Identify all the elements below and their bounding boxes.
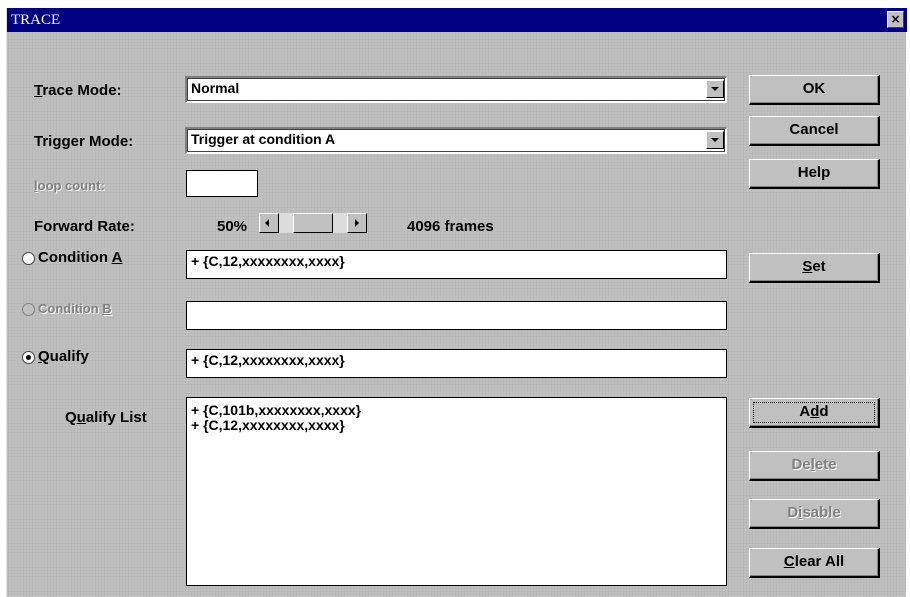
ok-button[interactable]: OK	[749, 75, 880, 105]
button-text: d	[819, 403, 829, 420]
button-accesskey: d	[810, 403, 820, 420]
button-text: ete	[814, 456, 837, 473]
label-accesskey: Q	[38, 348, 50, 365]
forward-rate-thumb[interactable]	[293, 213, 333, 233]
condition-a-label[interactable]: Condition A	[38, 248, 122, 268]
list-item[interactable]: + {C,12,xxxxxxxx,xxxx}	[191, 418, 726, 433]
label-text: ger Mode:	[61, 133, 134, 150]
disable-button[interactable]: Disable	[749, 499, 880, 529]
label-text: oop count:	[37, 178, 105, 193]
arrow-right-icon[interactable]	[347, 213, 367, 233]
label-text: Condition	[38, 301, 103, 316]
button-accesskey: S	[802, 258, 813, 275]
loop-count-label: loop count:	[34, 176, 105, 196]
condition-b-radio[interactable]	[22, 303, 35, 316]
chevron-down-icon[interactable]	[706, 80, 724, 98]
label-text: Tri	[34, 133, 53, 150]
label-text: ualify	[49, 348, 89, 365]
button-text: et	[812, 258, 826, 275]
condition-b-label: Condition B	[38, 299, 112, 319]
trace-dialog: TRACE × Trace Mode: Normal Trigger Mode:…	[6, 8, 907, 597]
trace-mode-label: Trace Mode:	[34, 81, 122, 101]
condition-a-radio[interactable]	[22, 252, 35, 265]
label-accesskey: B	[102, 301, 112, 316]
add-button[interactable]: Add	[749, 398, 880, 428]
condition-b-input[interactable]	[186, 301, 727, 330]
loop-count-input[interactable]	[186, 170, 258, 197]
trigger-mode-value: Trigger at condition A	[191, 131, 336, 147]
delete-button[interactable]: Delete	[749, 451, 880, 481]
trace-mode-select[interactable]: Normal	[185, 76, 727, 103]
button-text: De	[791, 456, 811, 473]
label-accesskey: u	[76, 409, 86, 426]
radio-dot	[26, 355, 31, 360]
qualify-radio[interactable]	[22, 351, 35, 364]
label-text: alify List	[85, 409, 147, 426]
qualify-listbox[interactable]: + {C,101b,xxxxxxxx,xxxx} + {C,12,xxxxxxx…	[186, 397, 727, 586]
forward-rate-percent: 50%	[217, 218, 248, 235]
list-item[interactable]: + {C,101b,xxxxxxxx,xxxx}	[191, 403, 726, 418]
button-text: D	[787, 504, 799, 521]
forward-rate-frames: 4096 frames	[407, 218, 494, 235]
label-accesskey: g	[52, 133, 62, 150]
condition-a-input[interactable]: + {C,12,xxxxxxxx,xxxx}	[186, 250, 727, 279]
forward-rate-scrollbar[interactable]	[279, 213, 347, 233]
button-text: sable	[802, 504, 841, 521]
chevron-down-icon[interactable]	[706, 131, 724, 149]
help-button[interactable]: Help	[749, 159, 880, 189]
set-button[interactable]: Set	[749, 253, 880, 283]
button-text: lear All	[794, 553, 845, 570]
forward-rate-label: Forward Rate:	[34, 218, 135, 235]
label-text: race Mode:	[42, 82, 122, 99]
button-text: A	[799, 403, 811, 420]
arrow-left-icon[interactable]	[259, 213, 279, 233]
close-icon[interactable]: ×	[887, 11, 904, 28]
trigger-mode-label: Trigger Mode:	[34, 132, 133, 152]
cancel-button[interactable]: Cancel	[749, 116, 880, 146]
qualify-label[interactable]: Qualify	[38, 347, 89, 367]
qualify-list-label: Qualify List	[65, 408, 147, 428]
clear-all-button[interactable]: Clear All	[749, 548, 880, 578]
trigger-mode-select[interactable]: Trigger at condition A	[185, 127, 727, 154]
label-text: Q	[65, 409, 77, 426]
window-title: TRACE	[11, 12, 61, 28]
label-accesskey: A	[111, 249, 123, 266]
button-accesskey: C	[783, 553, 795, 570]
title-bar: TRACE ×	[7, 8, 907, 32]
trace-mode-value: Normal	[191, 80, 240, 96]
qualify-input[interactable]: + {C,12,xxxxxxxx,xxxx}	[186, 349, 727, 378]
label-text: Condition	[38, 249, 112, 266]
